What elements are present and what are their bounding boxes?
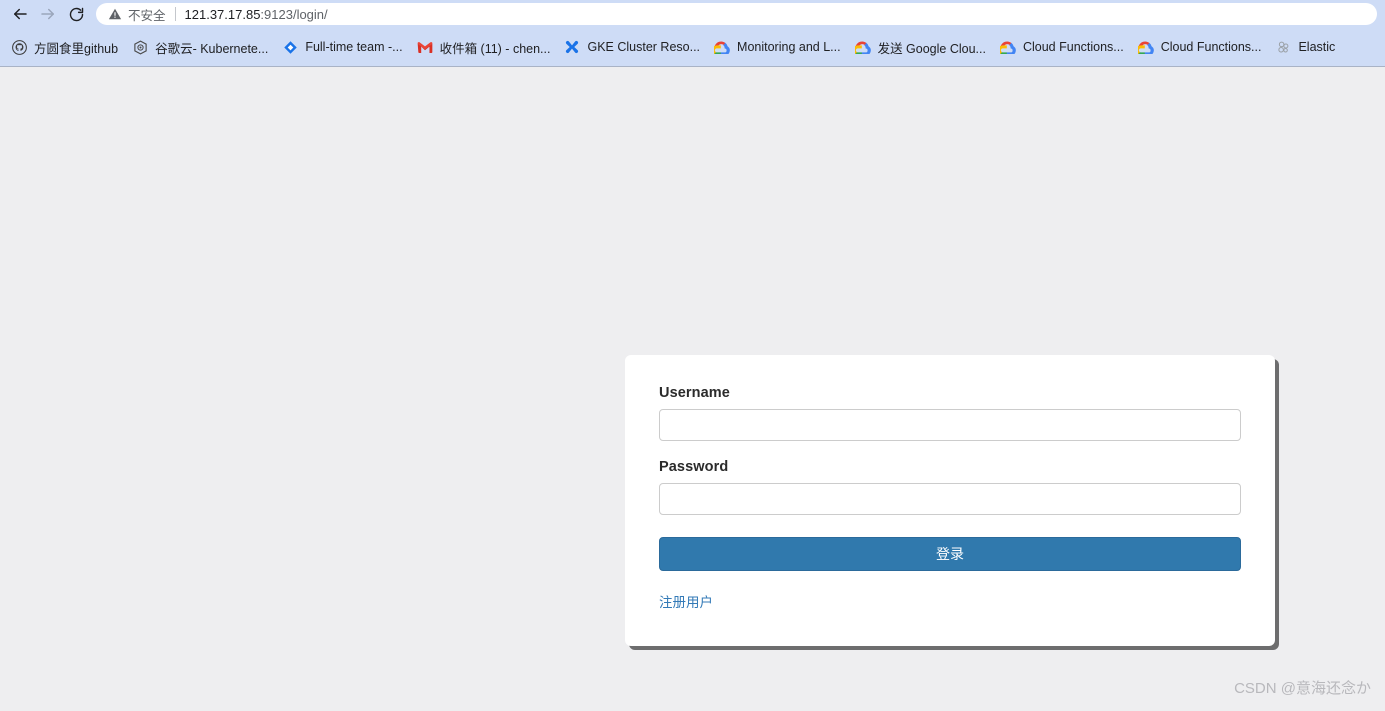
login-submit-button[interactable]: 登录: [659, 537, 1241, 571]
arrow-right-icon: [39, 5, 57, 23]
arrow-left-icon: [11, 5, 29, 23]
google-cloud-icon: [1137, 39, 1154, 55]
url-host: 121.37.17.85: [184, 6, 261, 22]
bookmarks-bar: 方圆食里github 谷歌云- Kubernete... Full-time t…: [0, 28, 1385, 67]
reload-button[interactable]: [62, 0, 90, 28]
gmail-icon: [417, 39, 433, 55]
bookmark-item-cloud-functions-1[interactable]: Cloud Functions...: [993, 35, 1131, 59]
forward-button[interactable]: [34, 0, 62, 28]
bookmark-item-gke-cluster[interactable]: GKE Cluster Reso...: [557, 35, 707, 59]
username-label: Username: [659, 385, 730, 401]
reload-icon: [68, 6, 85, 23]
bookmark-item-elastic[interactable]: Elastic: [1268, 35, 1342, 59]
bookmark-label: 发送 Google Clou...: [877, 41, 986, 56]
bookmark-label: 收件箱 (11) - chen...: [439, 41, 551, 56]
bookmark-label: 方圆食里github: [34, 41, 119, 56]
bookmark-item-send-google-cloud[interactable]: 发送 Google Clou...: [848, 35, 993, 59]
bookmark-item-full-time-team[interactable]: Full-time team -...: [275, 35, 409, 59]
password-input[interactable]: [659, 483, 1241, 515]
bookmark-item-kubernetes[interactable]: 谷歌云- Kubernete...: [125, 35, 275, 59]
diamond-blue-icon: [282, 39, 298, 55]
google-cloud-icon: [999, 39, 1016, 55]
github-icon: [11, 39, 27, 55]
omnibox-divider: [174, 7, 176, 21]
page-content: Username Password 登录 注册用户 CSDN @意海还念か: [0, 67, 1385, 710]
google-cloud-icon: [854, 39, 871, 55]
url-path: :9123/login/: [260, 6, 328, 22]
bookmark-label: GKE Cluster Reso...: [587, 40, 701, 54]
username-input[interactable]: [659, 409, 1241, 441]
bookmark-item-monitoring[interactable]: Monitoring and L...: [707, 35, 848, 59]
bookmark-label: Full-time team -...: [305, 40, 403, 54]
bookmark-label: Cloud Functions...: [1022, 40, 1124, 54]
browser-chrome: 不安全 121.37.17.85:9123/login/ 方圆食里github: [0, 0, 1385, 67]
bookmark-label: Cloud Functions...: [1160, 40, 1262, 54]
kubernetes-icon: [132, 39, 148, 55]
browser-toolbar: 不安全 121.37.17.85:9123/login/: [0, 0, 1385, 28]
elastic-icon: [1275, 39, 1291, 55]
password-label: Password: [659, 459, 729, 475]
warning-triangle-icon: [108, 7, 122, 21]
gke-cross-icon: [564, 39, 580, 55]
csdn-watermark: CSDN @意海还念か: [1234, 680, 1371, 697]
bookmark-item-github[interactable]: 方圆食里github: [4, 35, 125, 59]
security-status-label: 不安全: [128, 8, 166, 23]
bookmark-label: 谷歌云- Kubernete...: [155, 41, 269, 56]
address-bar[interactable]: 不安全 121.37.17.85:9123/login/: [96, 3, 1377, 25]
field-spacer: [659, 441, 1241, 459]
google-cloud-icon: [714, 39, 730, 55]
bookmark-item-gmail[interactable]: 收件箱 (11) - chen...: [410, 35, 558, 59]
url-text: 121.37.17.85:9123/login/: [185, 7, 328, 22]
register-link[interactable]: 注册用户: [659, 591, 713, 611]
bookmark-item-cloud-functions-2[interactable]: Cloud Functions...: [1131, 35, 1269, 59]
bookmark-label: Elastic: [1298, 40, 1336, 54]
bookmark-label: Monitoring and L...: [737, 40, 841, 54]
back-button[interactable]: [6, 0, 34, 28]
login-card: Username Password 登录 注册用户: [625, 355, 1275, 646]
